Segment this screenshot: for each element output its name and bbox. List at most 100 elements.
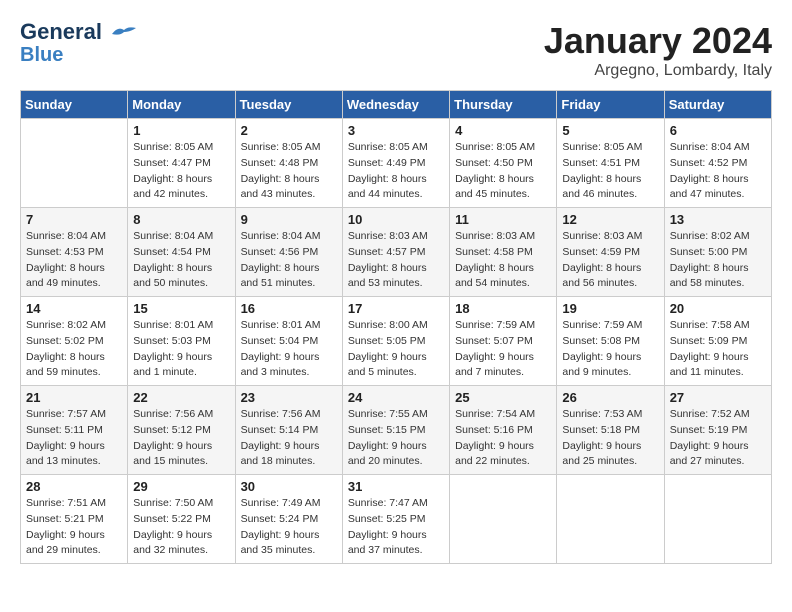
day-number: 14 [26, 301, 122, 316]
calendar-day-cell: 3 Sunrise: 8:05 AM Sunset: 4:49 PM Dayli… [342, 119, 449, 208]
title-area: January 2024 Argegno, Lombardy, Italy [544, 20, 772, 80]
weekday-header-row: SundayMondayTuesdayWednesdayThursdayFrid… [21, 91, 772, 119]
day-info: Sunrise: 8:01 AM Sunset: 5:04 PM Dayligh… [241, 318, 337, 381]
sunrise-text: Sunrise: 8:01 AM [241, 319, 321, 331]
daylight-text: Daylight: 8 hours and 56 minutes. [562, 262, 641, 290]
calendar-day-cell: 22 Sunrise: 7:56 AM Sunset: 5:12 PM Dayl… [128, 386, 235, 475]
daylight-text: Daylight: 9 hours and 3 minutes. [241, 351, 320, 379]
sunset-text: Sunset: 5:08 PM [562, 335, 640, 347]
sunrise-text: Sunrise: 8:03 AM [562, 230, 642, 242]
calendar-day-cell [21, 119, 128, 208]
sunset-text: Sunset: 4:48 PM [241, 157, 319, 169]
daylight-text: Daylight: 8 hours and 51 minutes. [241, 262, 320, 290]
day-info: Sunrise: 8:05 AM Sunset: 4:49 PM Dayligh… [348, 140, 444, 203]
day-info: Sunrise: 7:59 AM Sunset: 5:07 PM Dayligh… [455, 318, 551, 381]
sunset-text: Sunset: 5:25 PM [348, 513, 426, 525]
sunrise-text: Sunrise: 8:04 AM [241, 230, 321, 242]
calendar-week-row: 7 Sunrise: 8:04 AM Sunset: 4:53 PM Dayli… [21, 208, 772, 297]
daylight-text: Daylight: 8 hours and 44 minutes. [348, 173, 427, 201]
day-info: Sunrise: 8:04 AM Sunset: 4:54 PM Dayligh… [133, 229, 229, 292]
daylight-text: Daylight: 8 hours and 45 minutes. [455, 173, 534, 201]
calendar-day-cell: 23 Sunrise: 7:56 AM Sunset: 5:14 PM Dayl… [235, 386, 342, 475]
sunset-text: Sunset: 5:07 PM [455, 335, 533, 347]
calendar-day-cell [450, 475, 557, 564]
logo: General Blue [20, 20, 138, 66]
day-info: Sunrise: 7:56 AM Sunset: 5:14 PM Dayligh… [241, 407, 337, 470]
day-info: Sunrise: 7:51 AM Sunset: 5:21 PM Dayligh… [26, 496, 122, 559]
daylight-text: Daylight: 8 hours and 46 minutes. [562, 173, 641, 201]
daylight-text: Daylight: 9 hours and 7 minutes. [455, 351, 534, 379]
daylight-text: Daylight: 9 hours and 9 minutes. [562, 351, 641, 379]
day-number: 23 [241, 390, 337, 405]
calendar-body: 1 Sunrise: 8:05 AM Sunset: 4:47 PM Dayli… [21, 119, 772, 564]
sunrise-text: Sunrise: 7:58 AM [670, 319, 750, 331]
calendar-day-cell: 17 Sunrise: 8:00 AM Sunset: 5:05 PM Dayl… [342, 297, 449, 386]
day-number: 7 [26, 212, 122, 227]
sunset-text: Sunset: 4:51 PM [562, 157, 640, 169]
daylight-text: Daylight: 9 hours and 35 minutes. [241, 529, 320, 557]
day-info: Sunrise: 8:00 AM Sunset: 5:05 PM Dayligh… [348, 318, 444, 381]
calendar-day-cell: 2 Sunrise: 8:05 AM Sunset: 4:48 PM Dayli… [235, 119, 342, 208]
sunrise-text: Sunrise: 8:02 AM [670, 230, 750, 242]
day-number: 27 [670, 390, 766, 405]
sunset-text: Sunset: 4:58 PM [455, 246, 533, 258]
day-info: Sunrise: 7:53 AM Sunset: 5:18 PM Dayligh… [562, 407, 658, 470]
day-number: 17 [348, 301, 444, 316]
logo-blue-text: Blue [20, 44, 63, 66]
sunset-text: Sunset: 5:24 PM [241, 513, 319, 525]
day-number: 5 [562, 123, 658, 138]
location: Argegno, Lombardy, Italy [544, 62, 772, 80]
calendar-week-row: 21 Sunrise: 7:57 AM Sunset: 5:11 PM Dayl… [21, 386, 772, 475]
calendar-day-cell: 14 Sunrise: 8:02 AM Sunset: 5:02 PM Dayl… [21, 297, 128, 386]
daylight-text: Daylight: 9 hours and 20 minutes. [348, 440, 427, 468]
day-info: Sunrise: 8:02 AM Sunset: 5:00 PM Dayligh… [670, 229, 766, 292]
day-number: 21 [26, 390, 122, 405]
sunset-text: Sunset: 5:18 PM [562, 424, 640, 436]
daylight-text: Daylight: 8 hours and 58 minutes. [670, 262, 749, 290]
weekday-header-cell: Friday [557, 91, 664, 119]
day-info: Sunrise: 7:55 AM Sunset: 5:15 PM Dayligh… [348, 407, 444, 470]
daylight-text: Daylight: 9 hours and 11 minutes. [670, 351, 749, 379]
sunrise-text: Sunrise: 7:50 AM [133, 497, 213, 509]
sunset-text: Sunset: 4:54 PM [133, 246, 211, 258]
weekday-header-cell: Thursday [450, 91, 557, 119]
calendar-day-cell: 9 Sunrise: 8:04 AM Sunset: 4:56 PM Dayli… [235, 208, 342, 297]
daylight-text: Daylight: 9 hours and 13 minutes. [26, 440, 105, 468]
day-info: Sunrise: 7:58 AM Sunset: 5:09 PM Dayligh… [670, 318, 766, 381]
calendar-day-cell: 18 Sunrise: 7:59 AM Sunset: 5:07 PM Dayl… [450, 297, 557, 386]
day-info: Sunrise: 8:05 AM Sunset: 4:51 PM Dayligh… [562, 140, 658, 203]
daylight-text: Daylight: 9 hours and 25 minutes. [562, 440, 641, 468]
sunset-text: Sunset: 4:49 PM [348, 157, 426, 169]
day-number: 8 [133, 212, 229, 227]
daylight-text: Daylight: 8 hours and 42 minutes. [133, 173, 212, 201]
sunset-text: Sunset: 4:53 PM [26, 246, 104, 258]
day-number: 30 [241, 479, 337, 494]
day-info: Sunrise: 7:59 AM Sunset: 5:08 PM Dayligh… [562, 318, 658, 381]
sunrise-text: Sunrise: 7:56 AM [133, 408, 213, 420]
sunrise-text: Sunrise: 8:05 AM [348, 141, 428, 153]
day-number: 3 [348, 123, 444, 138]
sunrise-text: Sunrise: 8:03 AM [348, 230, 428, 242]
day-info: Sunrise: 8:03 AM Sunset: 4:58 PM Dayligh… [455, 229, 551, 292]
sunset-text: Sunset: 5:16 PM [455, 424, 533, 436]
calendar-week-row: 28 Sunrise: 7:51 AM Sunset: 5:21 PM Dayl… [21, 475, 772, 564]
day-number: 12 [562, 212, 658, 227]
calendar-day-cell: 7 Sunrise: 8:04 AM Sunset: 4:53 PM Dayli… [21, 208, 128, 297]
sunrise-text: Sunrise: 8:05 AM [241, 141, 321, 153]
weekday-header-cell: Sunday [21, 91, 128, 119]
logo-bird-icon [110, 24, 138, 42]
day-number: 15 [133, 301, 229, 316]
calendar-day-cell: 24 Sunrise: 7:55 AM Sunset: 5:15 PM Dayl… [342, 386, 449, 475]
daylight-text: Daylight: 9 hours and 5 minutes. [348, 351, 427, 379]
day-number: 22 [133, 390, 229, 405]
day-number: 28 [26, 479, 122, 494]
daylight-text: Daylight: 8 hours and 50 minutes. [133, 262, 212, 290]
day-info: Sunrise: 8:05 AM Sunset: 4:50 PM Dayligh… [455, 140, 551, 203]
sunrise-text: Sunrise: 8:05 AM [562, 141, 642, 153]
day-info: Sunrise: 8:05 AM Sunset: 4:47 PM Dayligh… [133, 140, 229, 203]
daylight-text: Daylight: 8 hours and 47 minutes. [670, 173, 749, 201]
day-info: Sunrise: 8:04 AM Sunset: 4:56 PM Dayligh… [241, 229, 337, 292]
day-number: 13 [670, 212, 766, 227]
calendar-day-cell: 20 Sunrise: 7:58 AM Sunset: 5:09 PM Dayl… [664, 297, 771, 386]
calendar-day-cell [557, 475, 664, 564]
